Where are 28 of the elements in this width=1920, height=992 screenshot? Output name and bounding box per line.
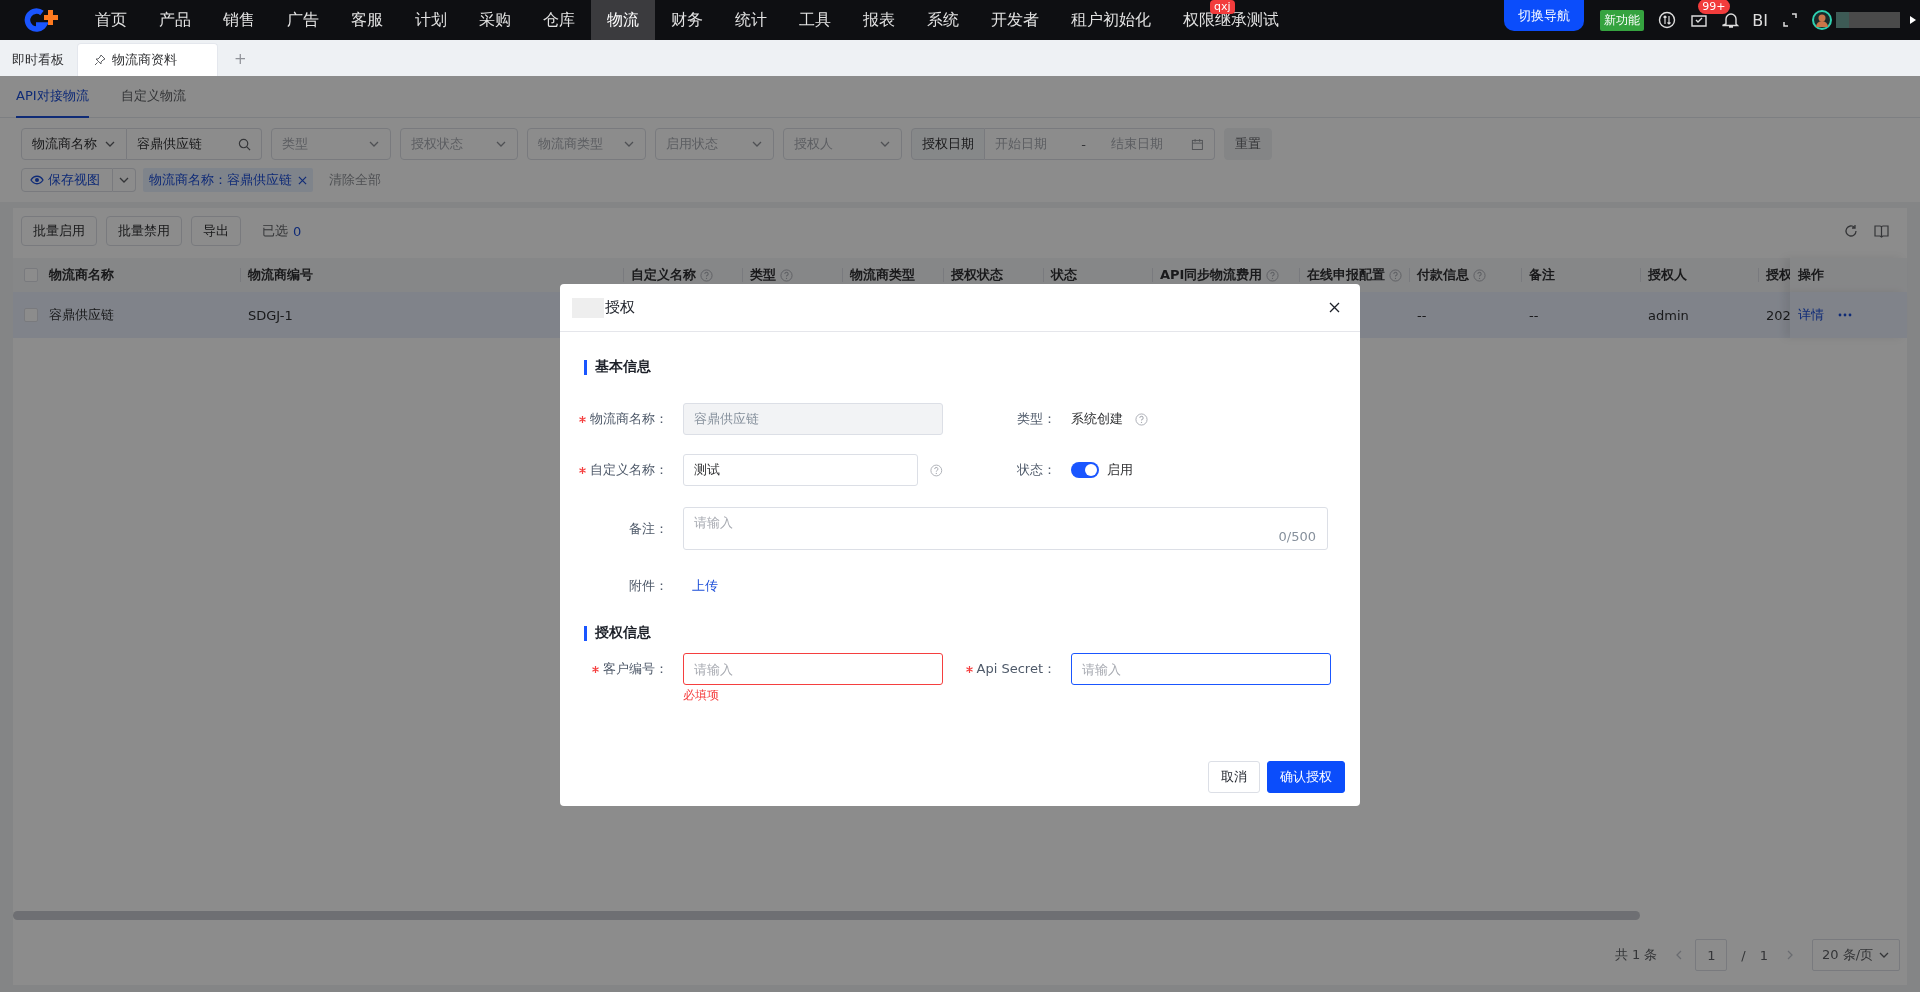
date-label: 授权日期 [911,128,985,160]
table-cell: 202 [1766,307,1791,323]
form-label: Api Secret： [976,660,1056,678]
table-cell: -- [1529,307,1539,323]
section-title: 基本信息 [595,358,651,376]
total-count: 共 1 条 [1614,946,1658,964]
table-cell: -- [1417,307,1427,323]
dialog-title: 授权 [605,298,635,317]
form-label: 自定义名称： [590,461,668,479]
form-label: 物流商名称： [590,410,668,428]
table-cell: 容鼎供应链 [49,306,114,324]
error-message: 必填项 [683,687,720,704]
toggle-label: 启用 [1107,461,1133,479]
notification-badge: 99+ [1698,0,1730,14]
section-title: 授权信息 [595,624,651,642]
form-label: 类型： [1017,410,1056,428]
char-count: 0/500 [1278,529,1316,544]
selected-count: 0 [293,223,302,239]
form-label: 状态： [1017,461,1056,479]
table-cell: admin [1648,307,1689,323]
selected-label: 已选 [262,222,288,240]
page-total: 1 [1759,947,1768,963]
form-label: 客户编号： [603,660,668,678]
page-separator: / [1741,947,1746,963]
table-cell: SDGJ-1 [248,307,293,323]
form-label: 附件： [629,577,668,595]
type-value: 系统创建 [1071,410,1123,428]
form-label: 备注： [629,519,668,538]
